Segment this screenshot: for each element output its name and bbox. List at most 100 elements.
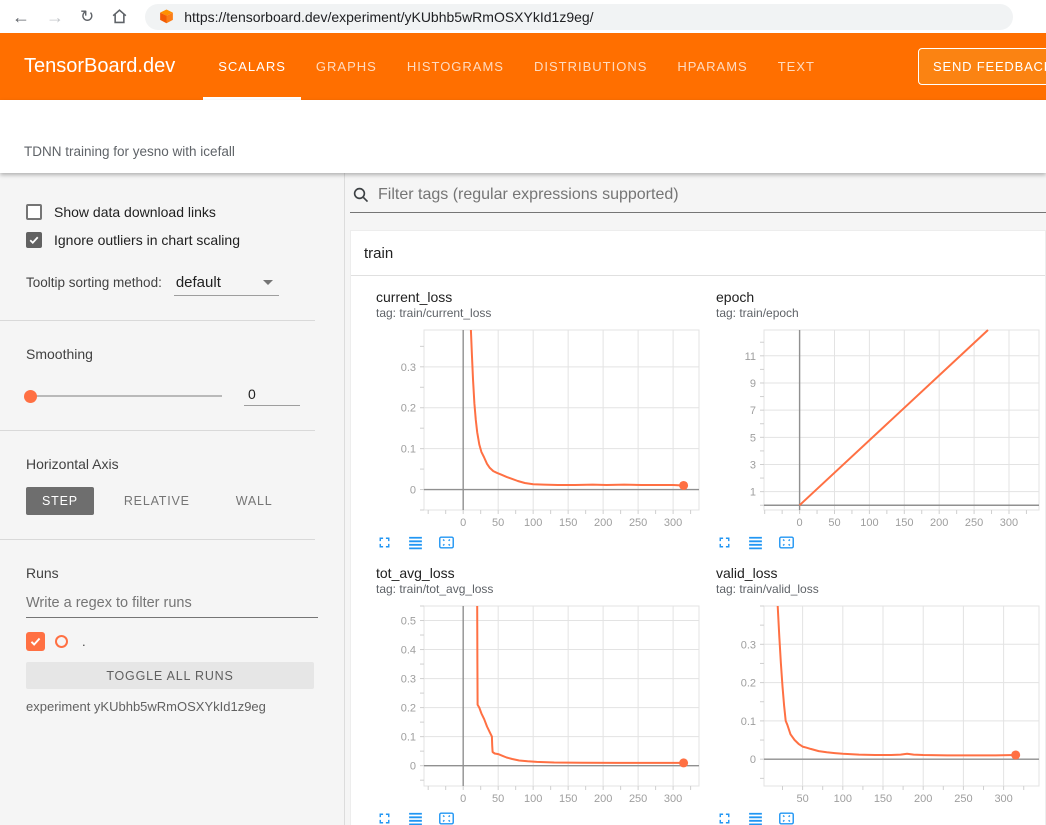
search-icon <box>352 186 370 204</box>
tab-histograms[interactable]: HISTOGRAMS <box>392 33 519 100</box>
svg-text:0.2: 0.2 <box>741 678 756 690</box>
svg-text:250: 250 <box>629 517 647 529</box>
run-name: . <box>82 634 86 649</box>
svg-text:200: 200 <box>930 517 948 529</box>
fit-domain-icon[interactable] <box>778 534 795 551</box>
fit-domain-icon[interactable] <box>438 810 455 825</box>
tag-group-header[interactable]: train <box>351 231 1045 276</box>
runs-label: Runs <box>26 565 344 581</box>
full-width-icon[interactable] <box>747 810 764 825</box>
expand-chart-icon[interactable] <box>716 810 733 825</box>
tooltip-sort-dropdown[interactable]: default <box>174 274 279 296</box>
browser-reload-button[interactable]: ↻ <box>80 8 94 25</box>
chart-actions <box>376 810 706 825</box>
run-checkbox[interactable] <box>26 632 45 651</box>
horizontal-axis-label: Horizontal Axis <box>26 456 344 472</box>
svg-text:0.2: 0.2 <box>401 703 416 715</box>
smoothing-slider[interactable] <box>26 395 222 397</box>
toggle-all-runs-button[interactable]: TOGGLE ALL RUNS <box>26 662 314 689</box>
fit-domain-icon[interactable] <box>438 534 455 551</box>
experiment-title-bar: TDNN training for yesno with icefall <box>0 100 1046 173</box>
tab-text[interactable]: TEXT <box>763 33 830 100</box>
tag-filter-row <box>350 173 1046 213</box>
tag-group-name: train <box>364 245 393 262</box>
svg-text:250: 250 <box>965 517 983 529</box>
chart-actions <box>716 534 1046 551</box>
svg-text:5: 5 <box>750 432 756 444</box>
smoothing-value[interactable]: 0 <box>244 386 300 406</box>
svg-text:250: 250 <box>629 793 647 805</box>
tab-scalars[interactable]: SCALARS <box>203 33 301 100</box>
url-text: https://tensorboard.dev/experiment/yKUbh… <box>184 9 593 25</box>
svg-text:200: 200 <box>914 793 932 805</box>
full-width-icon[interactable] <box>747 534 764 551</box>
browser-home-button[interactable] <box>110 7 129 26</box>
app-logo: TensorBoard.dev <box>24 55 175 78</box>
expand-chart-icon[interactable] <box>376 534 393 551</box>
scalar-chart-card: epoch tag: train/epoch 05010015020025030… <box>716 289 1046 551</box>
run-row[interactable]: . <box>26 632 344 651</box>
svg-text:0: 0 <box>460 517 466 529</box>
svg-text:0.3: 0.3 <box>401 674 416 686</box>
smoothing-label: Smoothing <box>26 346 344 362</box>
svg-text:300: 300 <box>664 517 682 529</box>
svg-text:300: 300 <box>1000 517 1018 529</box>
horizontal-axis-options: STEP RELATIVE WALL <box>26 487 344 515</box>
svg-text:0: 0 <box>750 754 756 766</box>
svg-text:100: 100 <box>524 517 542 529</box>
svg-text:150: 150 <box>559 517 577 529</box>
chart-plot-area[interactable]: 05010015020025030000.10.20.3 <box>376 325 706 531</box>
chart-title: tot_avg_loss <box>376 565 706 582</box>
chart-actions <box>716 810 1046 825</box>
browser-back-button[interactable]: ← <box>12 8 30 26</box>
chart-actions <box>376 534 706 551</box>
run-filter-input[interactable] <box>26 593 318 618</box>
home-icon <box>110 7 129 26</box>
chart-plot-area[interactable]: 0501001502002503001357911 <box>716 325 1046 531</box>
svg-text:3: 3 <box>750 459 756 471</box>
svg-text:9: 9 <box>750 378 756 390</box>
browser-forward-button[interactable]: → <box>46 8 64 26</box>
chart-tag: tag: train/epoch <box>716 306 1046 321</box>
chart-title: current_loss <box>376 289 706 306</box>
svg-text:11: 11 <box>745 351 756 363</box>
axis-option-relative[interactable]: RELATIVE <box>108 487 206 515</box>
svg-text:7: 7 <box>750 405 756 417</box>
ignore-outliers-checkbox[interactable]: Ignore outliers in chart scaling <box>26 232 344 248</box>
svg-text:150: 150 <box>895 517 913 529</box>
svg-text:200: 200 <box>594 793 612 805</box>
divider <box>0 320 315 321</box>
slider-knob[interactable] <box>24 390 37 403</box>
full-width-icon[interactable] <box>407 534 424 551</box>
checkbox-label: Show data download links <box>54 204 216 220</box>
svg-text:50: 50 <box>828 517 840 529</box>
expand-chart-icon[interactable] <box>716 534 733 551</box>
address-bar[interactable]: https://tensorboard.dev/experiment/yKUbh… <box>145 4 1013 30</box>
show-download-links-checkbox[interactable]: Show data download links <box>26 204 344 220</box>
svg-text:0.3: 0.3 <box>741 639 756 651</box>
tag-filter-input[interactable] <box>378 186 1046 204</box>
axis-option-wall[interactable]: WALL <box>220 487 289 515</box>
check-icon <box>29 635 42 648</box>
experiment-id-label: experiment yKUbhb5wRmOSXYkId1z9eg <box>26 699 344 714</box>
svg-text:0: 0 <box>410 761 416 773</box>
screen: ← → ↻ https://tensorboard.dev/experiment… <box>0 0 1046 825</box>
expand-chart-icon[interactable] <box>376 810 393 825</box>
tab-distributions[interactable]: DISTRIBUTIONS <box>519 33 662 100</box>
chart-tag: tag: train/current_loss <box>376 306 706 321</box>
chart-plot-area[interactable]: 05010015020025030000.10.20.30.40.5 <box>376 601 706 807</box>
svg-text:0.3: 0.3 <box>401 362 416 374</box>
browser-toolbar: ← → ↻ https://tensorboard.dev/experiment… <box>0 0 1046 33</box>
svg-text:200: 200 <box>594 517 612 529</box>
svg-text:0.2: 0.2 <box>401 403 416 415</box>
checkbox-checked-icon <box>26 232 42 248</box>
chart-plot-area[interactable]: 5010015020025030000.10.20.3 <box>716 601 1046 807</box>
fit-domain-icon[interactable] <box>778 810 795 825</box>
send-feedback-button[interactable]: SEND FEEDBACK <box>918 48 1046 85</box>
axis-option-step[interactable]: STEP <box>26 487 94 515</box>
scalar-chart-card: current_loss tag: train/current_loss 050… <box>376 289 706 551</box>
svg-text:100: 100 <box>834 793 852 805</box>
tab-hparams[interactable]: HPARAMS <box>662 33 762 100</box>
tab-graphs[interactable]: GRAPHS <box>301 33 392 100</box>
full-width-icon[interactable] <box>407 810 424 825</box>
